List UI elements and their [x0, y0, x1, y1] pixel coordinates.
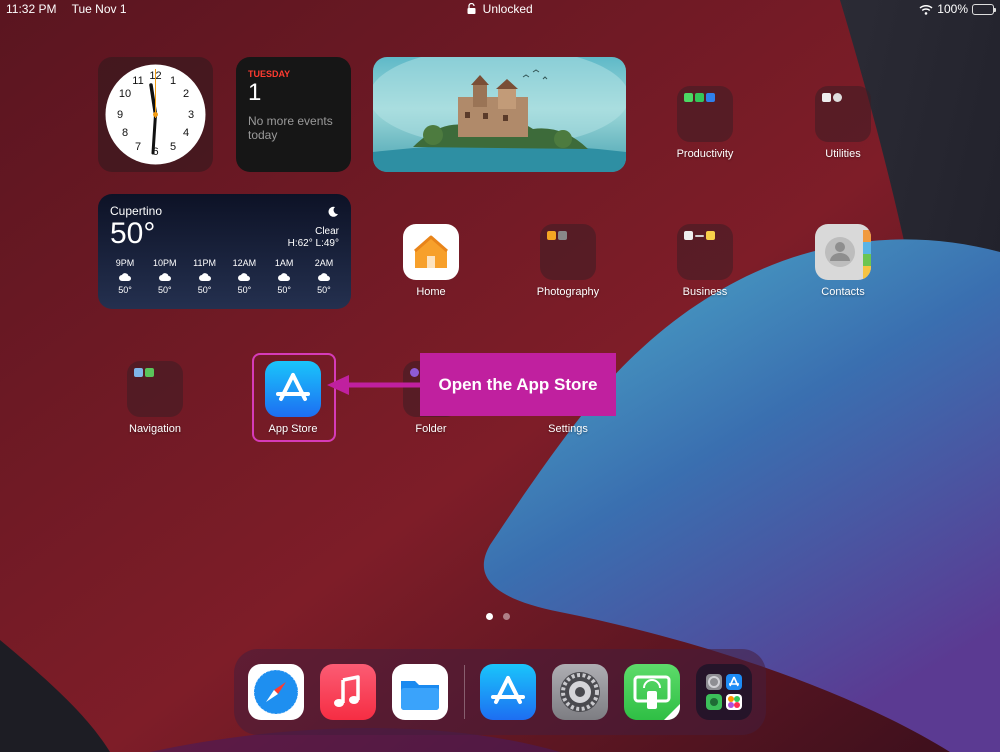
battery-percent: 100% — [937, 2, 968, 16]
screen-mirroring-icon[interactable] — [624, 664, 680, 720]
lock-open-icon — [467, 3, 476, 14]
folder-utilities[interactable]: Utilities — [788, 86, 898, 160]
weather-hour-time: 1AM — [274, 258, 294, 268]
analog-clock: 12 1 2 3 4 5 6 7 8 9 10 11 — [105, 64, 206, 165]
app-label: Home — [416, 286, 446, 298]
weather-hour-temp: 50° — [277, 285, 291, 295]
castle-photo — [373, 57, 626, 172]
dock-divider — [464, 665, 465, 719]
clock-number: 2 — [183, 88, 189, 100]
app-label: Utilities — [825, 148, 861, 160]
calendar-day: TUESDAY — [248, 69, 291, 79]
app-label: Folder — [415, 423, 447, 435]
app-home[interactable]: Home — [376, 224, 486, 298]
weather-hour-temp: 50° — [157, 285, 172, 295]
wifi-icon — [919, 4, 933, 15]
weather-hour: 10PM 50° — [148, 258, 182, 295]
cloud-icon — [317, 273, 330, 281]
weather-hour: 9PM 50° — [108, 258, 142, 295]
folder-icon — [677, 86, 733, 142]
clock-number: 4 — [183, 127, 189, 139]
weather-hour: 12AM 50° — [227, 258, 261, 295]
weather-hour-time: 10PM — [153, 258, 177, 268]
app-label: Productivity — [676, 148, 734, 160]
weather-hour: 2AM 50° — [307, 258, 341, 295]
clock-widget[interactable]: 12 1 2 3 4 5 6 7 8 9 10 11 — [98, 57, 213, 172]
weather-hour-temp: 50° — [237, 285, 252, 295]
weather-hour: 11PM 50° — [188, 258, 222, 295]
weather-hour-time: 2AM — [314, 258, 334, 268]
weather-hour-temp: 50° — [317, 285, 331, 295]
clock-number: 10 — [119, 88, 131, 100]
arrow-left-icon — [327, 375, 423, 395]
status-right: 100% — [919, 2, 996, 16]
cloud-icon — [158, 273, 171, 281]
safari-icon[interactable] — [248, 664, 304, 720]
app-label: Settings — [548, 423, 588, 435]
weather-city: Cupertino — [110, 204, 163, 218]
cloud-icon — [278, 273, 291, 281]
weather-hour-temp: 50° — [197, 285, 212, 295]
weather-hilo: H:62° L:49° — [287, 238, 339, 249]
battery-icon — [972, 3, 996, 15]
clock-number: 11 — [132, 75, 143, 87]
weather-hour-time: 11PM — [193, 258, 217, 268]
calendar-note: No more events today — [248, 114, 333, 142]
folder-icon — [677, 224, 733, 280]
folder-navigation[interactable]: Navigation — [100, 361, 210, 435]
moon-icon — [328, 206, 338, 217]
folder-business[interactable]: Business — [650, 224, 760, 298]
clock-number: 9 — [117, 109, 123, 121]
clock-number: 8 — [122, 127, 128, 139]
page-dot[interactable] — [486, 613, 493, 620]
contacts-icon — [815, 224, 871, 280]
files-icon[interactable] — [392, 664, 448, 720]
page-indicator[interactable] — [486, 613, 510, 620]
weather-condition: Clear — [315, 226, 339, 237]
photo-widget[interactable] — [373, 57, 626, 172]
weather-hour: 1AM 50° — [267, 258, 301, 295]
weather-hour-time: 12AM — [232, 258, 257, 268]
cloud-icon — [119, 273, 131, 281]
instruction-callout: Open the App Store — [420, 353, 616, 416]
app-label: Photography — [536, 286, 600, 298]
folder-icon — [127, 361, 183, 417]
weather-widget[interactable]: Cupertino 50° Clear H:62° L:49° 9PM 50° … — [98, 194, 351, 309]
folder-icon — [815, 86, 871, 142]
calendar-widget[interactable]: TUESDAY 1 No more events today — [236, 57, 351, 172]
music-icon[interactable] — [320, 664, 376, 720]
lock-status: Unlocked — [0, 2, 1000, 16]
home-icon — [403, 224, 459, 280]
app-contacts[interactable]: Contacts — [788, 224, 898, 298]
clock-number: 3 — [188, 109, 194, 121]
settings-icon[interactable] — [552, 664, 608, 720]
weather-condition-block: Clear H:62° L:49° — [288, 226, 339, 250]
dock — [234, 649, 766, 735]
calendar-date: 1 — [248, 79, 262, 106]
app-label: Contacts — [821, 286, 865, 298]
weather-hour-temp: 50° — [118, 285, 132, 295]
clock-number: 7 — [135, 141, 141, 153]
lock-status-text: Unlocked — [482, 2, 533, 16]
folder-productivity[interactable]: Productivity — [650, 86, 760, 160]
clock-number: 1 — [170, 75, 176, 87]
folder-photography[interactable]: Photography — [513, 224, 623, 298]
status-bar: 11:32 PM Tue Nov 1 Unlocked 100% — [0, 0, 1000, 18]
cloud-icon — [198, 273, 211, 281]
page-dot[interactable] — [503, 613, 510, 620]
folder-icon — [540, 224, 596, 280]
weather-hour-time: 9PM — [115, 258, 135, 268]
weather-hourly: 9PM 50° 10PM 50° 11PM 50° 12AM 50° 1AM 5… — [108, 258, 341, 295]
clock-number: 5 — [170, 141, 176, 153]
cloud-icon — [238, 273, 251, 281]
app-library-icon[interactable] — [696, 664, 752, 720]
app-store-highlight — [252, 353, 336, 442]
app-store-icon[interactable] — [480, 664, 536, 720]
app-label: Business — [682, 286, 728, 298]
app-label: Navigation — [129, 423, 181, 435]
